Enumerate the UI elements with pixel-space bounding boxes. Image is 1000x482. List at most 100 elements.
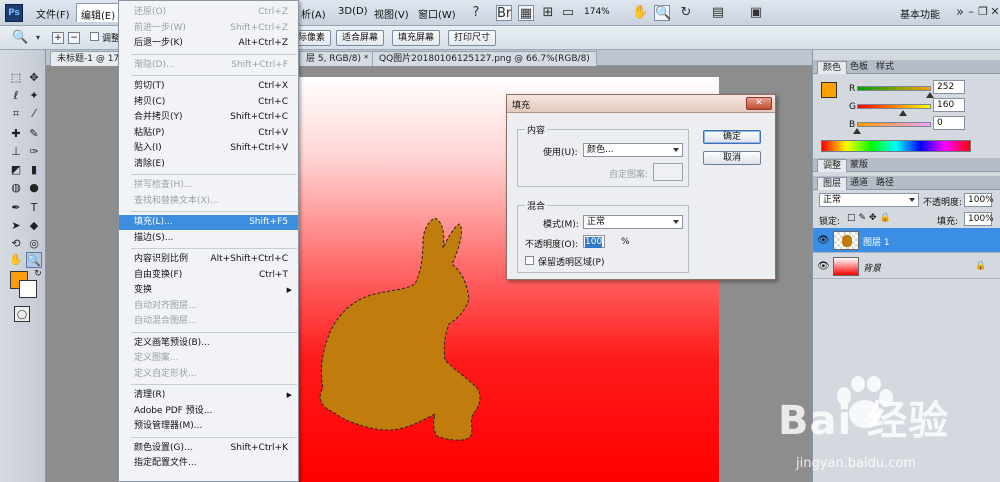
zoom-tool-preset-icon[interactable]: 🔍 [12,30,28,46]
tab-paths[interactable]: 路径 [871,177,899,190]
layer-opacity-value[interactable]: 100% [964,193,994,207]
screen-mode-icon[interactable]: ▣ [748,5,764,21]
move-tool-icon[interactable]: ✥ [26,70,42,86]
swap-colors-icon[interactable]: ↻ [30,266,46,282]
type-tool-icon[interactable]: T [26,200,42,216]
extras-icon[interactable]: ⊞ [540,5,556,21]
r-value[interactable]: 252 [933,80,965,94]
edit-menu-item[interactable]: 合并拷贝(Y) Shift+Ctrl+C [119,110,298,125]
layer-fill-value[interactable]: 100% [964,212,994,226]
edit-menu-item[interactable]: 清除(E) [119,157,298,172]
fill-dialog-titlebar[interactable]: 填充 ✕ [507,95,775,113]
zoom-out-icon[interactable]: − [68,32,80,44]
color-panel-fg-swatch[interactable] [821,82,837,98]
pen-tool-icon[interactable]: ✒ [8,200,24,216]
menu-window[interactable]: 窗口(W) [418,6,456,21]
edit-menu-item[interactable]: 粘贴(P) Ctrl+V [119,126,298,141]
edit-menu-item[interactable]: 描边(S)... [119,231,298,246]
b-slider-thumb[interactable] [853,128,861,134]
edit-menu-item[interactable]: 内容识别比例 Alt+Shift+Ctrl+C [119,252,298,267]
blend-mode-select[interactable]: 正常 [819,193,919,207]
rotate-view-icon[interactable]: ↻ [678,5,694,21]
zoom-in-icon[interactable]: + [52,32,64,44]
layer-row-background[interactable]: 👁 背景 🔒 [813,254,1000,279]
menu-file[interactable]: 文件(F) [36,6,70,21]
edit-menu-item[interactable]: 指定配置文件... [119,456,298,471]
b-value[interactable]: 0 [933,116,965,130]
path-selection-icon[interactable]: ➤ [8,218,24,234]
edit-menu-item[interactable]: 剪切(T) Ctrl+X [119,79,298,94]
tab-adjustments[interactable]: 调整 [817,159,848,172]
hand-tool-icon[interactable]: ✋ [8,252,24,268]
menu-edit[interactable]: 编辑(E) [76,3,121,22]
resize-windows-checkbox[interactable] [90,32,99,41]
r-slider[interactable] [857,86,931,91]
mode-select[interactable]: 正常 [583,215,683,229]
marquee-tool-icon[interactable]: ⬚ [8,70,24,86]
history-brush-icon[interactable]: ✑ [26,144,42,160]
close-icon[interactable]: ✕ [988,5,1000,19]
preserve-transparency-checkbox[interactable] [525,256,534,265]
opacity-input[interactable]: 100 [583,235,605,248]
fill-screen-button[interactable]: 填充屏幕 [392,30,441,46]
ok-button[interactable]: 确定 [703,130,761,144]
zoom-tool-icon[interactable]: 🔍 [654,5,671,21]
3d-orbit-icon[interactable]: ◎ [26,236,42,252]
eraser-icon[interactable]: ◩ [8,162,24,178]
edit-menu-item[interactable]: Adobe PDF 预设... [119,404,298,419]
shape-tool-icon[interactable]: ◆ [26,218,42,234]
edit-menu-item[interactable]: 预设管理器(M)... [119,419,298,434]
tab-channels[interactable]: 通道 [845,177,873,190]
blur-tool-icon[interactable]: ◍ [8,180,24,196]
quick-mask-icon[interactable]: ◯ [14,306,30,322]
crop-tool-icon[interactable]: ⌗ [8,106,24,122]
3d-rotate-icon[interactable]: ⟲ [8,236,24,252]
rabbit-selection-shape[interactable] [317,218,522,448]
color-spectrum-bar[interactable] [821,140,971,152]
cancel-button[interactable]: 取消 [703,151,761,165]
g-slider-thumb[interactable] [899,110,908,116]
menu-3d[interactable]: 3D(D) [338,6,368,17]
layer-row-layer-1[interactable]: 👁 图层 1 [813,228,1000,253]
magic-wand-icon[interactable]: ✦ [26,88,42,104]
tab-styles[interactable]: 样式 [871,61,899,74]
use-select[interactable]: 颜色... [583,143,683,157]
help-icon[interactable]: ? [468,5,484,21]
fit-screen-button[interactable]: 适合屏幕 [336,30,385,46]
print-size-button[interactable]: 打印尺寸 [448,30,497,46]
tab-qq-image[interactable]: QQ图片20180106125127.png @ 66.7%(RGB/8) [372,51,597,66]
menu-view[interactable]: 视图(V) [374,6,409,21]
eyedropper-icon[interactable]: ⁄ [26,106,42,122]
clone-stamp-icon[interactable]: ⊥ [8,144,24,160]
edit-menu-item[interactable]: 贴入(I) Shift+Ctrl+V [119,141,298,156]
tab-layer-5[interactable]: 层 5, RGB/8) * [299,51,376,66]
close-icon[interactable]: ✕ [746,97,772,110]
edit-menu-item[interactable]: 填充(L)... Shift+F5 [119,215,298,230]
b-slider[interactable] [857,122,931,127]
edit-menu-item[interactable]: 颜色设置(G)... Shift+Ctrl+K [119,441,298,456]
workspace-switcher[interactable]: 基本功能 [900,6,940,21]
edit-menu-item[interactable]: 定义画笔预设(B)... [119,336,298,351]
edit-menu-item[interactable]: 自由变换(F) Ctrl+T [119,268,298,283]
zoom-level[interactable]: 174% [584,7,610,17]
tab-layers[interactable]: 图层 [817,177,848,190]
zoom-level-icon[interactable]: ▭ [560,5,576,21]
edit-menu-item[interactable]: 变换 ▶ [119,283,298,298]
hand-icon[interactable]: ✋ [632,5,648,21]
tab-color[interactable]: 颜色 [817,61,848,74]
edit-menu-item[interactable]: 后退一步(K) Alt+Ctrl+Z [119,36,298,51]
bridge-icon[interactable]: Br [496,5,512,21]
eye-icon[interactable]: 👁 [817,235,830,246]
healing-brush-icon[interactable]: ✚ [8,126,24,142]
dodge-tool-icon[interactable]: ● [26,180,42,196]
eye-icon[interactable]: 👁 [817,261,830,272]
brush-tool-icon[interactable]: ✎ [26,126,42,142]
preset-dropdown-icon[interactable]: ▾ [30,30,46,46]
g-value[interactable]: 160 [933,98,965,112]
g-slider[interactable] [857,104,931,109]
gradient-tool-icon[interactable]: ▮ [26,162,42,178]
arrange-documents-icon[interactable]: ▤ [710,5,726,21]
background-color-swatch[interactable] [19,280,37,298]
lasso-tool-icon[interactable]: ℓ [8,88,24,104]
minibridge-icon[interactable]: ▦ [518,5,534,21]
